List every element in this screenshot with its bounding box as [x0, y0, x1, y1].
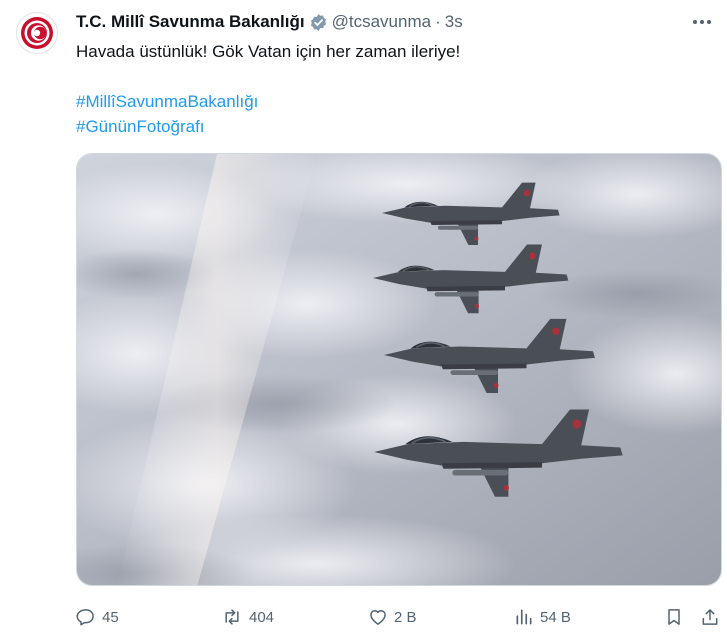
- ministry-emblem-icon: [21, 17, 53, 49]
- share-icon: [700, 607, 720, 627]
- tweet-header: T.C. Millî Savunma Bakanlığı @tcsavunma …: [76, 12, 463, 32]
- like-count: 2 B: [394, 608, 417, 626]
- like-button[interactable]: 2 B: [368, 604, 417, 630]
- fighter-jets-photo: [77, 154, 721, 585]
- account-name[interactable]: T.C. Millî Savunma Bakanlığı: [76, 12, 305, 32]
- retweet-count: 404: [249, 608, 275, 626]
- account-handle[interactable]: @tcsavunma: [332, 12, 431, 32]
- heart-icon: [368, 607, 388, 627]
- reply-count: 45: [102, 608, 119, 626]
- view-count: 54 B: [540, 608, 571, 626]
- tweet-actions: 45 404 2 B 54 B: [76, 604, 718, 630]
- more-icon[interactable]: [688, 10, 716, 34]
- reply-icon: [76, 607, 96, 627]
- separator-dot: ·: [435, 12, 441, 31]
- tweet-text: Havada üstünlük! Gök Vatan için her zama…: [76, 42, 461, 61]
- reply-button[interactable]: 45: [76, 604, 119, 630]
- views-button[interactable]: 54 B: [514, 604, 571, 630]
- bookmark-button[interactable]: [664, 604, 684, 630]
- views-icon: [514, 607, 534, 627]
- share-button[interactable]: [700, 604, 720, 630]
- hashtag-link[interactable]: #MillîSavunmaBakanlığı: [76, 90, 258, 114]
- retweet-button[interactable]: 404: [221, 604, 274, 630]
- verified-badge-icon[interactable]: [309, 13, 328, 32]
- retweet-icon: [221, 607, 243, 627]
- avatar[interactable]: [16, 12, 58, 54]
- hashtag-link[interactable]: #GününFotoğrafı: [76, 115, 205, 139]
- tweet-photo[interactable]: [76, 153, 722, 586]
- bookmark-icon: [664, 607, 684, 627]
- tweet-timestamp[interactable]: 3s: [445, 12, 463, 32]
